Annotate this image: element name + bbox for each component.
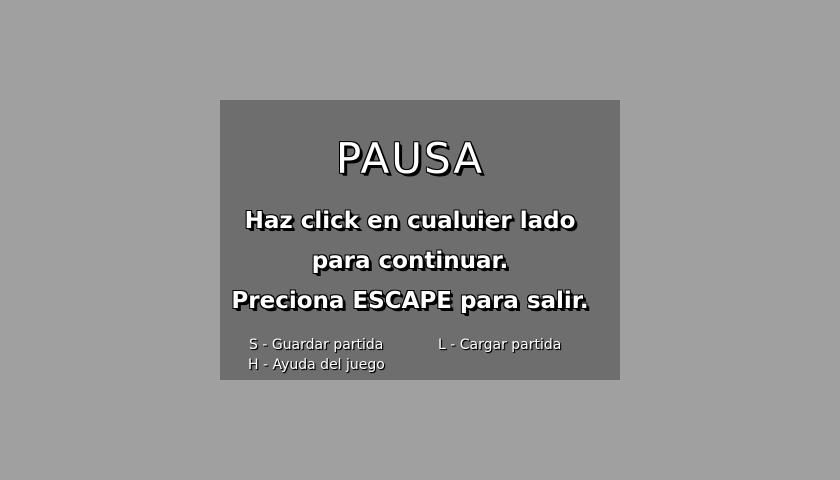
- instruction-line: para continuar.: [311, 248, 509, 274]
- pause-title: PAUSA: [335, 134, 485, 183]
- pause-panel[interactable]: PAUSA Haz click en cualuier lado para co…: [220, 100, 620, 380]
- save-game-shortcut[interactable]: S - Guardar partida: [249, 336, 383, 354]
- load-game-shortcut[interactable]: L - Cargar partida: [438, 336, 561, 354]
- pause-instructions: Haz click en cualuier lado para continua…: [220, 201, 600, 321]
- instruction-line: Preciona ESCAPE para salir.: [231, 288, 589, 314]
- instruction-line: Haz click en cualuier lado: [244, 208, 576, 234]
- game-help-shortcut[interactable]: H - Ayuda del juego: [248, 356, 385, 374]
